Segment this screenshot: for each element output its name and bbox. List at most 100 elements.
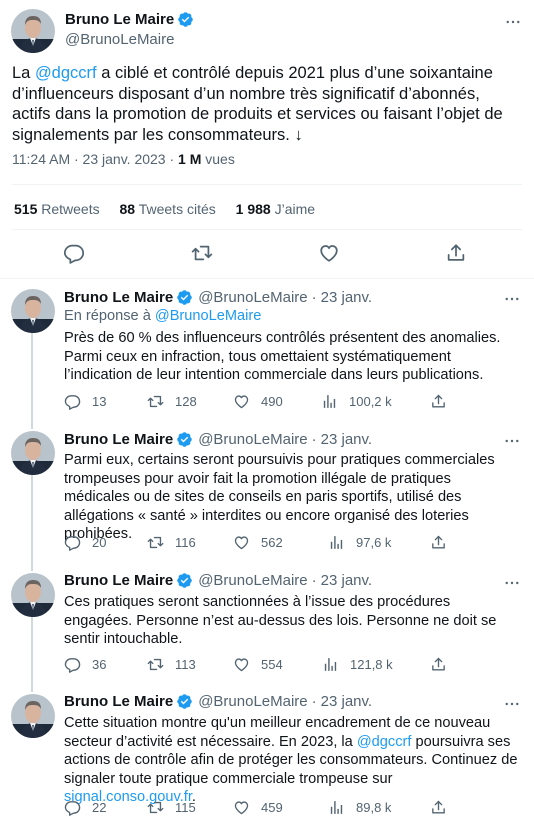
more-horizontal-icon[interactable] xyxy=(502,431,522,451)
heart-icon[interactable] xyxy=(318,242,340,264)
like-count: 459 xyxy=(261,800,283,815)
avatar[interactable] xyxy=(11,431,55,475)
avatar-image xyxy=(11,694,55,738)
author-handle[interactable]: @BrunoLeMaire xyxy=(198,289,307,306)
like-button[interactable]: 459 xyxy=(233,799,283,816)
author-handle[interactable]: @BrunoLeMaire xyxy=(198,693,307,710)
tweet-date[interactable]: 23 janv. xyxy=(321,572,372,589)
views-count: 121,8 k xyxy=(350,657,393,672)
verified-badge-icon xyxy=(176,572,193,589)
avatar[interactable] xyxy=(11,289,55,333)
avatar[interactable] xyxy=(11,573,55,617)
retweet-count: 115 xyxy=(175,800,196,815)
likes-label[interactable]: J’aime xyxy=(275,201,315,217)
tweet-stats: 515 Retweets 88 Tweets cités 1 988 J’aim… xyxy=(14,201,331,217)
more-horizontal-icon[interactable] xyxy=(502,694,522,714)
views-bar-icon xyxy=(328,799,345,816)
tweet-time[interactable]: 11:24 AM · 23 janv. 2023 · xyxy=(12,151,178,167)
tweet-date[interactable]: 23 janv. xyxy=(321,693,372,710)
more-horizontal-icon[interactable] xyxy=(502,573,522,593)
reply-to-handle[interactable]: @BrunoLeMaire xyxy=(155,308,261,324)
tweet-date[interactable]: 23 janv. xyxy=(321,431,372,448)
retweets-count[interactable]: 515 xyxy=(14,201,37,217)
reply-to-line: En réponse à @BrunoLeMaire xyxy=(64,308,261,324)
views-button[interactable]: 100,2 k xyxy=(321,393,392,410)
retweet-button[interactable]: 113 xyxy=(147,656,196,673)
like-button[interactable]: 562 xyxy=(233,534,283,551)
author-name[interactable]: Bruno Le Maire xyxy=(64,572,173,589)
share-button[interactable] xyxy=(430,534,458,551)
reply-text: Près de 60 % des influenceurs contrôlés … xyxy=(64,330,501,383)
thread-reply-3[interactable]: Bruno Le Maire @BrunoLeMaire · 23 janv. … xyxy=(0,563,534,684)
author-name-line: Bruno Le Maire xyxy=(65,11,199,28)
retweet-icon xyxy=(147,799,164,816)
thread-connector-line xyxy=(31,563,33,571)
thread-connector-line xyxy=(31,331,33,421)
retweet-button[interactable]: 116 xyxy=(147,534,196,551)
quotes-label[interactable]: Tweets cités xyxy=(139,201,216,217)
reply-text: Parmi eux, certains seront poursuivis po… xyxy=(64,452,495,542)
separator-dot: · xyxy=(311,572,317,589)
share-button[interactable] xyxy=(430,799,458,816)
views-button[interactable]: 89,8 k xyxy=(328,799,391,816)
share-icon xyxy=(430,799,447,816)
retweets-label[interactable]: Retweets xyxy=(41,201,99,217)
retweet-button[interactable]: 128 xyxy=(147,393,197,410)
reply-button[interactable]: 36 xyxy=(64,656,106,673)
thread-reply-4[interactable]: Bruno Le Maire @BrunoLeMaire · 23 janv. … xyxy=(0,684,534,830)
like-count: 562 xyxy=(261,535,283,550)
thread-connector-line xyxy=(31,421,33,429)
mention-link[interactable]: @dgccrf xyxy=(357,734,412,750)
avatar[interactable] xyxy=(11,9,55,53)
retweet-count: 113 xyxy=(175,657,196,672)
quotes-count[interactable]: 88 xyxy=(120,201,136,217)
share-button[interactable] xyxy=(430,656,458,673)
author-line: Bruno Le Maire @BrunoLeMaire · 23 janv. xyxy=(64,431,372,448)
retweet-button[interactable]: 115 xyxy=(147,799,196,816)
like-count: 554 xyxy=(261,657,283,672)
thread-reply-1[interactable]: Bruno Le Maire @BrunoLeMaire · 23 janv. … xyxy=(0,279,534,421)
author-name[interactable]: Bruno Le Maire xyxy=(64,693,173,710)
reply-count: 13 xyxy=(92,394,107,409)
author-name[interactable]: Bruno Le Maire xyxy=(64,431,173,448)
thread-reply-2[interactable]: Bruno Le Maire @BrunoLeMaire · 23 janv. … xyxy=(0,421,534,563)
share-icon[interactable] xyxy=(445,242,467,264)
author-line: Bruno Le Maire @BrunoLeMaire · 23 janv. xyxy=(64,693,372,710)
share-icon xyxy=(430,534,447,551)
thread-connector-line xyxy=(31,474,33,563)
like-button[interactable]: 554 xyxy=(233,656,283,673)
likes-count[interactable]: 1 988 xyxy=(236,201,271,217)
like-count: 490 xyxy=(261,394,283,409)
more-horizontal-icon[interactable] xyxy=(503,12,523,32)
reply-button[interactable]: 13 xyxy=(64,393,106,410)
reply-button[interactable]: 22 xyxy=(64,799,106,816)
author-handle[interactable]: @BrunoLeMaire xyxy=(198,431,307,448)
verified-badge-icon xyxy=(176,289,193,306)
more-horizontal-icon[interactable] xyxy=(502,289,522,309)
author-handle[interactable]: @BrunoLeMaire xyxy=(65,31,174,48)
author-handle[interactable]: @BrunoLeMaire xyxy=(198,572,307,589)
avatar-image xyxy=(11,573,55,617)
reply-bubble-icon[interactable] xyxy=(63,242,85,264)
reply-count: 22 xyxy=(92,800,107,815)
views-button[interactable]: 97,6 k xyxy=(328,534,391,551)
thread-connector-line xyxy=(31,684,33,692)
reply-button[interactable]: 20 xyxy=(64,534,106,551)
reply-bubble-icon xyxy=(64,799,81,816)
retweet-icon xyxy=(147,393,164,410)
tweet-date[interactable]: 23 janv. xyxy=(321,289,372,306)
reply-action-bar: 13 128 490 100,2 k xyxy=(64,393,464,411)
mention-link[interactable]: @dgccrf xyxy=(35,64,97,82)
heart-icon xyxy=(233,656,250,673)
author-name[interactable]: Bruno Le Maire xyxy=(65,11,174,28)
like-button[interactable]: 490 xyxy=(233,393,283,410)
views-button[interactable]: 121,8 k xyxy=(322,656,393,673)
reply-text: Ces pratiques seront sanctionnées à l’is… xyxy=(64,594,497,647)
author-name[interactable]: Bruno Le Maire xyxy=(64,289,173,306)
share-icon xyxy=(430,656,447,673)
retweet-icon[interactable] xyxy=(191,242,213,264)
share-button[interactable] xyxy=(430,393,458,410)
main-action-bar xyxy=(0,242,534,266)
reply-count: 36 xyxy=(92,657,107,672)
avatar[interactable] xyxy=(11,694,55,738)
